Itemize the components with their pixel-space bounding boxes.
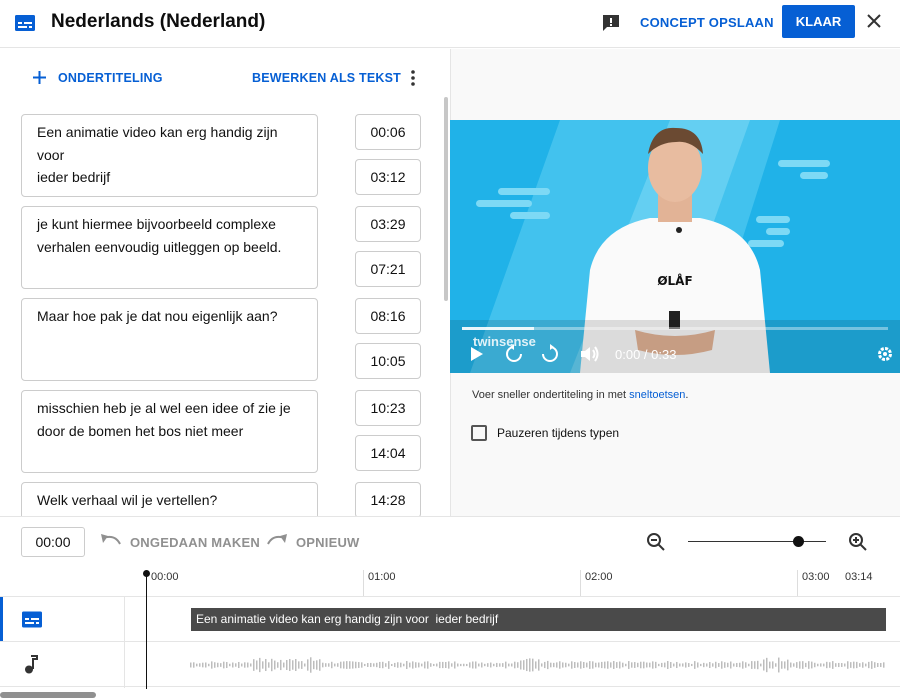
- cue-start-1[interactable]: 00:06: [355, 114, 421, 150]
- pause-while-typing-label: Pauzeren tijdens typen: [497, 426, 620, 440]
- audio-waveform: [190, 657, 885, 673]
- cue-end-1[interactable]: 03:12: [355, 159, 421, 195]
- cue-text-1[interactable]: Een animatie video kan erg handig zijn v…: [21, 114, 318, 197]
- close-icon[interactable]: [866, 13, 882, 29]
- cue-end-2[interactable]: 07:21: [355, 251, 421, 287]
- progress-track[interactable]: [462, 327, 888, 330]
- tick-label: 00:00: [151, 571, 179, 583]
- shortcut-tip: Voer sneller ondertiteling in met snelto…: [472, 389, 688, 401]
- cue-text-2[interactable]: je kunt hiermee bijvoorbeeld complexe ve…: [21, 206, 318, 289]
- shortcut-tip-suffix: .: [685, 389, 689, 401]
- subtitles-track-icon: [22, 611, 42, 628]
- shortcuts-link[interactable]: sneltoetsen: [629, 389, 685, 401]
- playhead[interactable]: [146, 574, 147, 689]
- subtitle-track: Een animatie video kan erg handig zijn v…: [0, 596, 900, 642]
- subtitles-icon: [15, 15, 35, 31]
- plus-icon[interactable]: [32, 70, 47, 85]
- cue-start-4[interactable]: 10:23: [355, 390, 421, 426]
- redo-button[interactable]: OPNIEUW: [296, 535, 360, 550]
- cue-end-3[interactable]: 10:05: [355, 343, 421, 379]
- done-button[interactable]: KLAAR: [782, 5, 855, 38]
- cue-start-2[interactable]: 03:29: [355, 206, 421, 242]
- timeline-toolbar: 00:00 ONGEDAAN MAKEN OPNIEUW: [0, 516, 900, 564]
- undo-button[interactable]: ONGEDAAN MAKEN: [130, 535, 260, 550]
- timeline-ruler[interactable]: 00:00 01:00 02:00 03:00 03:14: [0, 566, 900, 596]
- rewind-10-icon[interactable]: [504, 344, 524, 364]
- cue-text-3[interactable]: Maar hoe pak je dat nou eigenlijk aan?: [21, 298, 318, 381]
- edit-as-text-button[interactable]: BEWERKEN ALS TEKST: [252, 71, 401, 85]
- shortcut-tip-text: Voer sneller ondertiteling in met: [472, 389, 627, 401]
- page-title: Nederlands (Nederland): [51, 11, 266, 32]
- cue-text-5[interactable]: Welk verhaal wil je vertellen?: [21, 482, 318, 516]
- feedback-icon[interactable]: [601, 13, 621, 33]
- caption-segment[interactable]: Een animatie video kan erg handig zijn v…: [191, 608, 886, 631]
- cue-start-3[interactable]: 08:16: [355, 298, 421, 334]
- playhead-handle[interactable]: [143, 570, 150, 577]
- progress-fill: [462, 327, 535, 330]
- cue-end-4[interactable]: 14:04: [355, 435, 421, 471]
- tick-label: 01:00: [368, 571, 396, 583]
- cue-text-4[interactable]: misschien heb je al wel een idee of zie …: [21, 390, 318, 473]
- video-player[interactable]: ØLÅF twinsense 0:00 / 0:33: [450, 120, 900, 373]
- redo-icon[interactable]: [266, 534, 288, 550]
- audio-track: [0, 641, 900, 688]
- settings-icon[interactable]: [876, 345, 894, 363]
- volume-icon[interactable]: [580, 345, 600, 363]
- video-time: 0:00 / 0:33: [615, 347, 677, 362]
- tick-label: 03:00: [802, 571, 830, 583]
- cue-start-5[interactable]: 14:28: [355, 482, 421, 516]
- current-time-field[interactable]: 00:00: [21, 527, 85, 557]
- subtitle-editor-panel: ONDERTITELING BEWERKEN ALS TEKST Een ani…: [0, 49, 450, 516]
- cue-list-scrollbar[interactable]: [444, 97, 448, 301]
- more-options-icon[interactable]: [410, 69, 416, 87]
- zoom-out-icon[interactable]: [646, 532, 666, 552]
- music-note-icon: [25, 655, 38, 674]
- undo-icon[interactable]: [100, 534, 122, 550]
- forward-10-icon[interactable]: [540, 344, 560, 364]
- play-icon[interactable]: [470, 346, 484, 362]
- zoom-slider-track[interactable]: [688, 541, 826, 542]
- add-subtitle-button[interactable]: ONDERTITELING: [58, 71, 163, 85]
- zoom-in-icon[interactable]: [848, 532, 868, 552]
- timeline-scrollbar[interactable]: [0, 692, 96, 698]
- shirt-logo: ØLÅF: [657, 273, 692, 288]
- zoom-slider-thumb[interactable]: [793, 536, 805, 547]
- tick-label: 02:00: [585, 571, 613, 583]
- editor-header: Nederlands (Nederland) CONCEPT OPSLAAN K…: [0, 0, 900, 48]
- save-draft-button[interactable]: CONCEPT OPSLAAN: [640, 15, 774, 30]
- tick-label: 03:14: [845, 571, 873, 583]
- pause-while-typing-checkbox[interactable]: [471, 425, 487, 441]
